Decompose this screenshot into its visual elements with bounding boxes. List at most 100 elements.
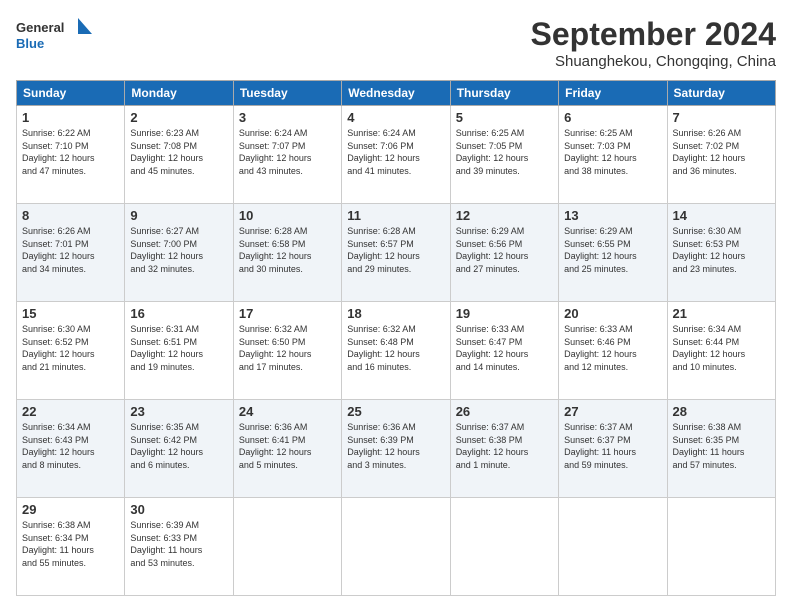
table-row bbox=[667, 498, 775, 596]
svg-text:General: General bbox=[16, 20, 64, 35]
day-info: Sunrise: 6:36 AMSunset: 6:39 PMDaylight:… bbox=[347, 422, 420, 470]
day-info: Sunrise: 6:28 AMSunset: 6:58 PMDaylight:… bbox=[239, 226, 312, 274]
logo-svg: General Blue bbox=[16, 16, 96, 58]
day-info: Sunrise: 6:39 AMSunset: 6:33 PMDaylight:… bbox=[130, 520, 202, 568]
table-row: 8 Sunrise: 6:26 AMSunset: 7:01 PMDaylight… bbox=[17, 204, 125, 302]
table-row: 22 Sunrise: 6:34 AMSunset: 6:43 PMDayligh… bbox=[17, 400, 125, 498]
table-row: 28Sunrise: 6:38 AMSunset: 6:35 PMDayligh… bbox=[667, 400, 775, 498]
logo: General Blue bbox=[16, 16, 96, 58]
day-number: 2 bbox=[130, 110, 227, 125]
day-number: 1 bbox=[22, 110, 119, 125]
table-row: 16 Sunrise: 6:31 AMSunset: 6:51 PMDayligh… bbox=[125, 302, 233, 400]
col-sunday: Sunday bbox=[17, 81, 125, 106]
day-number: 22 bbox=[22, 404, 119, 419]
table-row: 26Sunrise: 6:37 AMSunset: 6:38 PMDayligh… bbox=[450, 400, 558, 498]
day-info: Sunrise: 6:38 AMSunset: 6:34 PMDaylight:… bbox=[22, 520, 94, 568]
table-row: 30 Sunrise: 6:39 AMSunset: 6:33 PMDayligh… bbox=[125, 498, 233, 596]
day-number: 24 bbox=[239, 404, 336, 419]
calendar-row: 8 Sunrise: 6:26 AMSunset: 7:01 PMDaylight… bbox=[17, 204, 776, 302]
day-info: Sunrise: 6:23 AMSunset: 7:08 PMDaylight:… bbox=[130, 128, 203, 176]
calendar-row: 29 Sunrise: 6:38 AMSunset: 6:34 PMDayligh… bbox=[17, 498, 776, 596]
day-number: 7 bbox=[673, 110, 770, 125]
col-wednesday: Wednesday bbox=[342, 81, 450, 106]
table-row: 27 Sunrise: 6:37 AMSunset: 6:37 PMDayligh… bbox=[559, 400, 667, 498]
table-row: 15Sunrise: 6:30 AMSunset: 6:52 PMDayligh… bbox=[17, 302, 125, 400]
calendar-table: Sunday Monday Tuesday Wednesday Thursday… bbox=[16, 80, 776, 596]
day-info: Sunrise: 6:33 AMSunset: 6:47 PMDaylight:… bbox=[456, 324, 529, 372]
table-row: 25 Sunrise: 6:36 AMSunset: 6:39 PMDayligh… bbox=[342, 400, 450, 498]
day-number: 16 bbox=[130, 306, 227, 321]
header-row: Sunday Monday Tuesday Wednesday Thursday… bbox=[17, 81, 776, 106]
day-info: Sunrise: 6:33 AMSunset: 6:46 PMDaylight:… bbox=[564, 324, 637, 372]
table-row: 20 Sunrise: 6:33 AMSunset: 6:46 PMDayligh… bbox=[559, 302, 667, 400]
day-info: Sunrise: 6:35 AMSunset: 6:42 PMDaylight:… bbox=[130, 422, 203, 470]
day-number: 28 bbox=[673, 404, 770, 419]
table-row bbox=[450, 498, 558, 596]
day-number: 25 bbox=[347, 404, 444, 419]
day-number: 17 bbox=[239, 306, 336, 321]
day-number: 19 bbox=[456, 306, 553, 321]
day-info: Sunrise: 6:37 AMSunset: 6:38 PMDaylight:… bbox=[456, 422, 529, 470]
day-number: 20 bbox=[564, 306, 661, 321]
table-row bbox=[233, 498, 341, 596]
day-number: 9 bbox=[130, 208, 227, 223]
table-row: 9 Sunrise: 6:27 AMSunset: 7:00 PMDaylight… bbox=[125, 204, 233, 302]
day-number: 3 bbox=[239, 110, 336, 125]
day-info: Sunrise: 6:32 AMSunset: 6:50 PMDaylight:… bbox=[239, 324, 312, 372]
day-info: Sunrise: 6:36 AMSunset: 6:41 PMDaylight:… bbox=[239, 422, 312, 470]
table-row: 1Sunrise: 6:22 AMSunset: 7:10 PMDaylight… bbox=[17, 106, 125, 204]
day-number: 11 bbox=[347, 208, 444, 223]
day-number: 21 bbox=[673, 306, 770, 321]
table-row: 5 Sunrise: 6:25 AMSunset: 7:05 PMDaylight… bbox=[450, 106, 558, 204]
day-number: 23 bbox=[130, 404, 227, 419]
day-info: Sunrise: 6:29 AMSunset: 6:55 PMDaylight:… bbox=[564, 226, 637, 274]
day-number: 5 bbox=[456, 110, 553, 125]
table-row: 6 Sunrise: 6:25 AMSunset: 7:03 PMDaylight… bbox=[559, 106, 667, 204]
page: General Blue September 2024 Shuanghekou,… bbox=[0, 0, 792, 612]
table-row: 13 Sunrise: 6:29 AMSunset: 6:55 PMDayligh… bbox=[559, 204, 667, 302]
table-row: 10 Sunrise: 6:28 AMSunset: 6:58 PMDayligh… bbox=[233, 204, 341, 302]
col-tuesday: Tuesday bbox=[233, 81, 341, 106]
table-row: 18 Sunrise: 6:32 AMSunset: 6:48 PMDayligh… bbox=[342, 302, 450, 400]
day-info: Sunrise: 6:31 AMSunset: 6:51 PMDaylight:… bbox=[130, 324, 203, 372]
col-saturday: Saturday bbox=[667, 81, 775, 106]
col-thursday: Thursday bbox=[450, 81, 558, 106]
table-row: 7Sunrise: 6:26 AMSunset: 7:02 PMDaylight… bbox=[667, 106, 775, 204]
table-row: 4Sunrise: 6:24 AMSunset: 7:06 PMDaylight… bbox=[342, 106, 450, 204]
day-info: Sunrise: 6:27 AMSunset: 7:00 PMDaylight:… bbox=[130, 226, 203, 274]
day-info: Sunrise: 6:25 AMSunset: 7:03 PMDaylight:… bbox=[564, 128, 637, 176]
table-row: 2 Sunrise: 6:23 AMSunset: 7:08 PMDaylight… bbox=[125, 106, 233, 204]
day-info: Sunrise: 6:25 AMSunset: 7:05 PMDaylight:… bbox=[456, 128, 529, 176]
table-row: 29 Sunrise: 6:38 AMSunset: 6:34 PMDayligh… bbox=[17, 498, 125, 596]
day-info: Sunrise: 6:30 AMSunset: 6:53 PMDaylight:… bbox=[673, 226, 746, 274]
day-number: 6 bbox=[564, 110, 661, 125]
day-info: Sunrise: 6:24 AMSunset: 7:06 PMDaylight:… bbox=[347, 128, 420, 176]
day-number: 30 bbox=[130, 502, 227, 517]
day-number: 10 bbox=[239, 208, 336, 223]
table-row: 21 Sunrise: 6:34 AMSunset: 6:44 PMDayligh… bbox=[667, 302, 775, 400]
table-row: 19 Sunrise: 6:33 AMSunset: 6:47 PMDayligh… bbox=[450, 302, 558, 400]
col-friday: Friday bbox=[559, 81, 667, 106]
day-number: 18 bbox=[347, 306, 444, 321]
title-block: September 2024 Shuanghekou, Chongqing, C… bbox=[531, 16, 776, 70]
day-info: Sunrise: 6:34 AMSunset: 6:44 PMDaylight:… bbox=[673, 324, 746, 372]
col-monday: Monday bbox=[125, 81, 233, 106]
day-info: Sunrise: 6:28 AMSunset: 6:57 PMDaylight:… bbox=[347, 226, 420, 274]
location-title: Shuanghekou, Chongqing, China bbox=[531, 53, 776, 70]
day-info: Sunrise: 6:26 AMSunset: 7:01 PMDaylight:… bbox=[22, 226, 95, 274]
table-row: 23 Sunrise: 6:35 AMSunset: 6:42 PMDayligh… bbox=[125, 400, 233, 498]
day-info: Sunrise: 6:34 AMSunset: 6:43 PMDaylight:… bbox=[22, 422, 95, 470]
svg-text:Blue: Blue bbox=[16, 36, 44, 51]
day-info: Sunrise: 6:29 AMSunset: 6:56 PMDaylight:… bbox=[456, 226, 529, 274]
day-number: 27 bbox=[564, 404, 661, 419]
month-title: September 2024 bbox=[531, 16, 776, 53]
table-row bbox=[342, 498, 450, 596]
day-info: Sunrise: 6:37 AMSunset: 6:37 PMDaylight:… bbox=[564, 422, 636, 470]
calendar-row: 15Sunrise: 6:30 AMSunset: 6:52 PMDayligh… bbox=[17, 302, 776, 400]
day-number: 8 bbox=[22, 208, 119, 223]
day-info: Sunrise: 6:24 AMSunset: 7:07 PMDaylight:… bbox=[239, 128, 312, 176]
calendar-row: 1Sunrise: 6:22 AMSunset: 7:10 PMDaylight… bbox=[17, 106, 776, 204]
day-number: 13 bbox=[564, 208, 661, 223]
day-info: Sunrise: 6:32 AMSunset: 6:48 PMDaylight:… bbox=[347, 324, 420, 372]
day-number: 29 bbox=[22, 502, 119, 517]
